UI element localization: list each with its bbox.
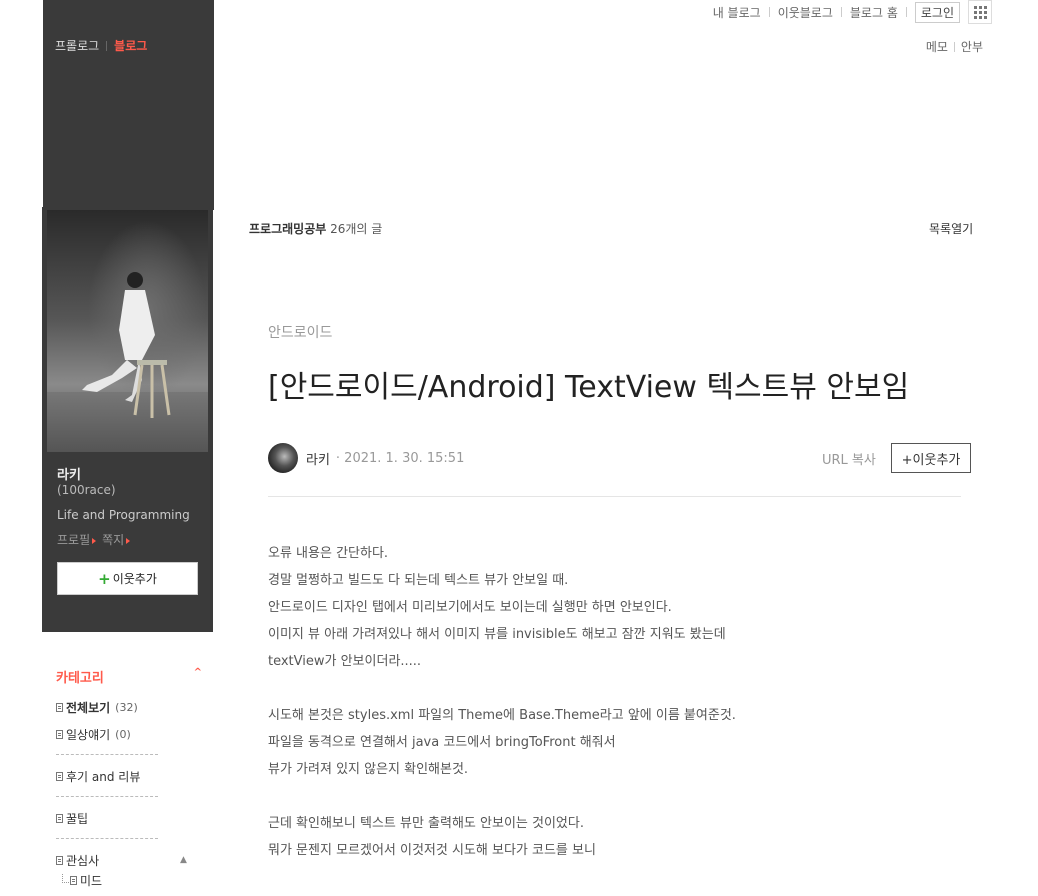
paragraph: 파일을 동격으로 연결해서 java 코드에서 bringToFront 해줘서 bbox=[268, 735, 616, 750]
blog-description: Life and Programming bbox=[57, 508, 190, 522]
sidebar-tabs: 프롤로그 블로그 bbox=[55, 37, 147, 54]
post-title: [안드로이드/Android] TextView 텍스트뷰 안보임 bbox=[268, 370, 910, 405]
category-count: (0) bbox=[115, 728, 131, 741]
paragraph: 시도해 본것은 styles.xml 파일의 Theme에 Base.Theme… bbox=[268, 708, 736, 723]
paragraph: textView가 안보이더라..... bbox=[268, 654, 422, 669]
person-silhouette bbox=[82, 272, 171, 418]
paragraph: 근데 확인해보니 텍스트 뷰만 출력해도 안보이는 것이었다. bbox=[268, 816, 584, 831]
login-button[interactable]: 로그인 bbox=[914, 1, 960, 23]
category-label: 전체보기 bbox=[66, 701, 111, 715]
chevron-up-icon[interactable]: ^ bbox=[194, 667, 202, 686]
category-item-all[interactable]: 전체보기 (32) bbox=[56, 699, 138, 716]
document-icon bbox=[56, 730, 63, 739]
sidebar-header bbox=[43, 0, 214, 210]
document-icon bbox=[56, 703, 63, 712]
profile-links: 프로필 쪽지 bbox=[57, 531, 130, 548]
category-label: 후기 and 리뷰 bbox=[66, 770, 141, 784]
category-label: 관심사 bbox=[66, 854, 100, 868]
divider bbox=[106, 40, 108, 51]
category-divider bbox=[56, 796, 158, 797]
list-open-button[interactable]: 목록열기 bbox=[929, 220, 973, 237]
global-nav: 내 블로그 이웃블로그 블로그 홈 로그인 bbox=[705, 0, 992, 24]
add-neighbor-label: 이웃추가 bbox=[112, 572, 157, 586]
post-category[interactable]: 안드로이드 bbox=[268, 322, 332, 342]
paragraph: 이미지 뷰 아래 가려져있나 해서 이미지 뷰를 invisible도 해보고 … bbox=[268, 627, 726, 642]
category-divider bbox=[56, 838, 158, 839]
post-count: 26개의 글 bbox=[330, 222, 383, 236]
guestbook-link[interactable]: 안부 bbox=[955, 38, 989, 55]
tree-line-icon bbox=[62, 874, 69, 883]
document-icon bbox=[56, 856, 63, 865]
url-copy-button[interactable]: URL 복사 bbox=[822, 449, 876, 468]
profile-photo bbox=[47, 210, 208, 452]
current-category: 프로그래밍공부 26개의 글 bbox=[249, 220, 382, 237]
category-label: 미드 bbox=[80, 874, 103, 888]
paragraph: 오류 내용은 간단하다. bbox=[268, 546, 389, 561]
category-count: (32) bbox=[115, 701, 138, 714]
category-item-interest[interactable]: 관심사 bbox=[56, 852, 99, 869]
category-divider bbox=[56, 754, 158, 755]
category-header[interactable]: 카테고리 ^ bbox=[56, 667, 202, 686]
document-icon bbox=[70, 876, 77, 885]
memo-link[interactable]: 메모 bbox=[920, 38, 954, 55]
post-divider bbox=[268, 496, 961, 497]
message-link[interactable]: 쪽지 bbox=[102, 531, 130, 548]
apps-grid-icon[interactable] bbox=[968, 0, 992, 24]
post-body: 오류 내용은 간단하다. 경말 멀쩡하고 빌드도 다 되는데 텍스트 뷰가 안보… bbox=[268, 540, 968, 864]
triangle-up-icon[interactable]: ▲ bbox=[180, 855, 187, 865]
paragraph: 안드로이드 디자인 탭에서 미리보기에서도 보이는데 실행만 하면 안보인다. bbox=[268, 600, 672, 615]
tab-prologue[interactable]: 프롤로그 bbox=[55, 37, 99, 54]
category-item-drama[interactable]: 미드 bbox=[70, 872, 102, 889]
add-neighbor-button-main[interactable]: +이웃추가 bbox=[891, 443, 971, 473]
blog-id: (100race) bbox=[57, 483, 116, 497]
tab-blog[interactable]: 블로그 bbox=[114, 37, 147, 54]
category-title: 카테고리 bbox=[56, 671, 104, 686]
paragraph: 뭐가 문젠지 모르겠어서 이것저것 시도해 보다가 코드를 보니 bbox=[268, 843, 596, 858]
author-info: 라키 · 2021. 1. 30. 15:51 bbox=[268, 443, 464, 473]
category-name[interactable]: 프로그래밍공부 bbox=[249, 222, 326, 236]
author-name[interactable]: 라키 bbox=[306, 449, 330, 468]
blogger-nickname: 라키 bbox=[57, 468, 81, 483]
category-item-review[interactable]: 후기 and 리뷰 bbox=[56, 768, 140, 785]
category-label: 일상얘기 bbox=[66, 728, 111, 742]
my-blog-link[interactable]: 내 블로그 bbox=[705, 4, 769, 21]
avatar[interactable] bbox=[268, 443, 298, 473]
profile-link[interactable]: 프로필 bbox=[57, 531, 96, 548]
post-date: · 2021. 1. 30. 15:51 bbox=[335, 450, 465, 466]
neighbor-blog-link[interactable]: 이웃블로그 bbox=[770, 4, 841, 21]
divider bbox=[905, 7, 907, 17]
util-links: 메모 안부 bbox=[920, 38, 989, 55]
paragraph: 경말 멀쩡하고 빌드도 다 되는데 텍스트 뷰가 안보일 때. bbox=[268, 573, 569, 588]
category-label: 꿀팁 bbox=[66, 812, 89, 826]
category-item-tips[interactable]: 꿀팁 bbox=[56, 810, 88, 827]
blog-home-link[interactable]: 블로그 홈 bbox=[842, 4, 906, 21]
document-icon bbox=[56, 814, 63, 823]
paragraph: 뷰가 가려져 있지 않은지 확인해본것. bbox=[268, 762, 469, 777]
document-icon bbox=[56, 772, 63, 781]
add-neighbor-button[interactable]: + 이웃추가 bbox=[57, 562, 198, 595]
plus-icon: + bbox=[98, 569, 111, 588]
category-item-daily[interactable]: 일상얘기 (0) bbox=[56, 726, 131, 743]
